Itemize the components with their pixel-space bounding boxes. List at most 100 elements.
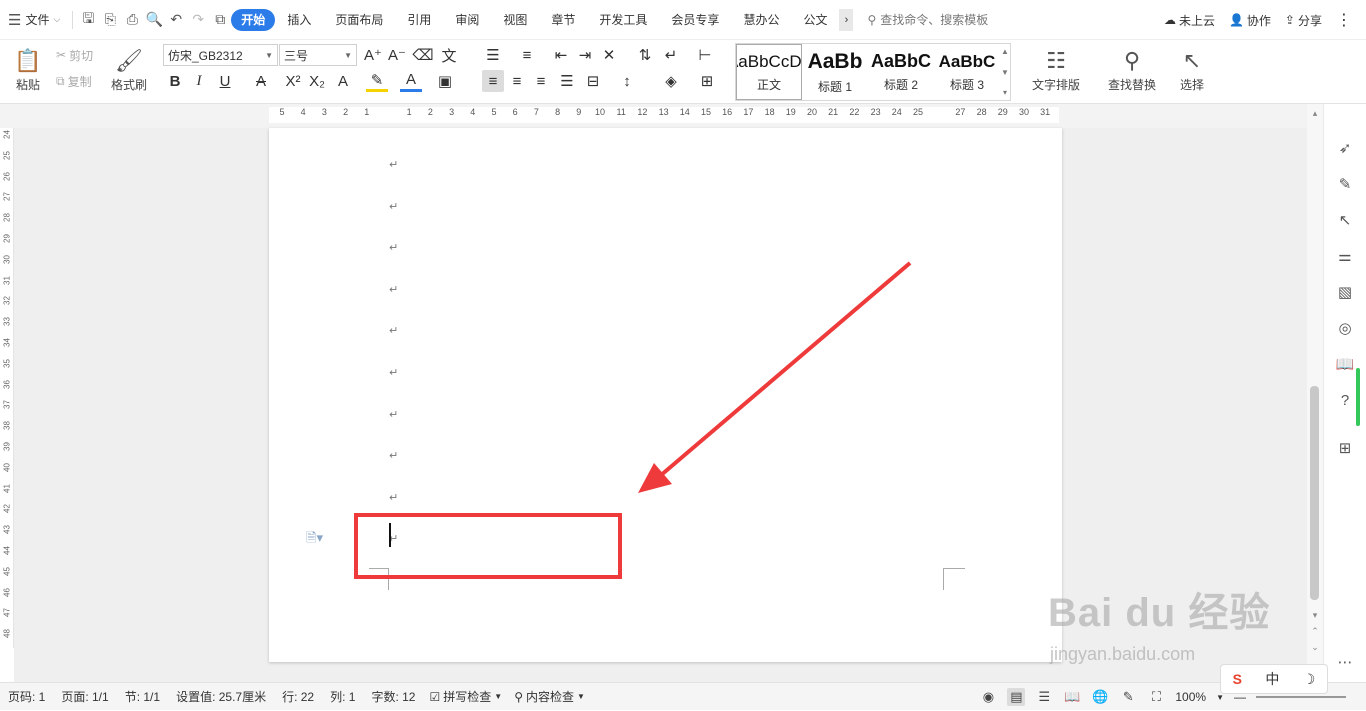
char-border-icon[interactable]: ▣: [434, 70, 456, 92]
status-pages[interactable]: 页面: 1/1: [53, 688, 116, 705]
zoom-level[interactable]: 100%: [1175, 690, 1206, 704]
underline-icon[interactable]: U: [214, 70, 236, 92]
line-spacing-icon[interactable]: ↕: [616, 70, 638, 92]
pen-icon[interactable]: ✎: [1335, 174, 1355, 194]
tab-view[interactable]: 视图: [491, 9, 539, 31]
scroll-up-icon[interactable]: ▴: [1309, 108, 1321, 120]
tabs-more-button[interactable]: ›: [839, 8, 854, 31]
eye-protection-icon[interactable]: ◉: [979, 688, 997, 706]
share-button[interactable]: ⇪ 分享: [1285, 12, 1322, 29]
select-button[interactable]: ↖ 选择: [1172, 44, 1212, 98]
tab-smart-office[interactable]: 慧办公: [731, 9, 791, 31]
align-center-icon[interactable]: ≡: [506, 70, 528, 92]
moon-icon[interactable]: ☽: [1303, 671, 1316, 688]
command-search[interactable]: ⚲ 查找命令、搜索模板: [867, 11, 988, 28]
distributed-icon[interactable]: ⊟: [582, 70, 604, 92]
status-section[interactable]: 节: 1/1: [117, 688, 168, 705]
page-view-icon[interactable]: ▤: [1007, 688, 1026, 706]
style-normal[interactable]: AaBbCcDd 正文: [736, 44, 802, 100]
export-icon[interactable]: ⎘: [99, 9, 121, 31]
shading-icon[interactable]: ◈: [660, 70, 682, 92]
status-setting-value[interactable]: 设置值: 25.7厘米: [168, 688, 274, 705]
highlight-icon[interactable]: ✎: [366, 70, 388, 92]
paragraph-handle-icon[interactable]: 🗎▾: [306, 529, 323, 551]
undo-icon[interactable]: ↶: [165, 9, 187, 31]
file-menu[interactable]: ☰ 文件 ⌵: [0, 0, 68, 40]
book-icon[interactable]: 📖: [1335, 354, 1355, 374]
image-icon[interactable]: ▧: [1335, 282, 1355, 302]
prev-page-icon[interactable]: ⌃: [1309, 626, 1321, 638]
chinese-layout-icon[interactable]: ✕: [598, 44, 620, 66]
text-effect-icon[interactable]: A: [332, 70, 354, 92]
font-color-icon[interactable]: A: [400, 70, 422, 92]
grow-font-icon[interactable]: A⁺: [362, 44, 384, 66]
align-right-icon[interactable]: ≡: [530, 70, 552, 92]
phonetic-icon[interactable]: 文: [438, 44, 460, 66]
format-painter-button[interactable]: 🖌 格式刷: [108, 44, 150, 98]
numbered-list-icon[interactable]: ≡: [516, 44, 538, 66]
font-size-select[interactable]: 三号 ▼: [279, 44, 357, 66]
web-view-icon[interactable]: 🌐: [1091, 688, 1109, 706]
document-page[interactable]: ↵ ↵ ↵ ↵ ↵ ↵ ↵ ↵ ↵ ↵: [269, 128, 1062, 662]
decrease-indent-icon[interactable]: ⇤: [550, 44, 572, 66]
vertical-scrollbar[interactable]: ▴ ▾ ⌃ ⌄: [1307, 104, 1323, 682]
scroll-thumb[interactable]: [1310, 386, 1319, 600]
bold-icon[interactable]: B: [164, 70, 186, 92]
tab-references[interactable]: 引用: [395, 9, 443, 31]
horizontal-ruler[interactable]: 5 4 3 2 1 1 2 3 4 5 6 7 8 9 10 11 12 13 14 15 16 17 18 19 20 21 22…: [0, 104, 1366, 128]
tab-developer[interactable]: 开发工具: [587, 9, 659, 31]
increase-indent-icon[interactable]: ⇥: [574, 44, 596, 66]
style-heading-3[interactable]: AaBbC 标题 3: [934, 44, 1000, 100]
font-name-select[interactable]: 仿宋_GB2312 ▼: [163, 44, 278, 66]
sort-icon[interactable]: ⇅: [634, 44, 656, 66]
line-break-icon[interactable]: ↵: [660, 44, 682, 66]
content-check-button[interactable]: ⚲ 内容检查 ▼: [508, 688, 591, 705]
tab-member[interactable]: 会员专享: [659, 9, 731, 31]
write-view-icon[interactable]: ✎: [1119, 688, 1137, 706]
sogou-logo-icon[interactable]: S: [1233, 671, 1242, 687]
status-word-count[interactable]: 字数: 12: [363, 688, 423, 705]
styles-scroll[interactable]: ▲ ▼ ▾: [1000, 44, 1010, 100]
tab-insert[interactable]: 插入: [275, 9, 323, 31]
tab-official-doc[interactable]: 公文: [791, 9, 839, 31]
quick-access-more-icon[interactable]: ⧉: [209, 9, 231, 31]
cut-button[interactable]: ✂ 剪切: [56, 46, 93, 64]
rocket-icon[interactable]: ➶: [1335, 138, 1355, 158]
next-page-icon[interactable]: ⌄: [1309, 642, 1321, 654]
help-icon[interactable]: ?: [1335, 390, 1355, 410]
print-icon[interactable]: ⎙: [121, 9, 143, 31]
find-replace-button[interactable]: ⚲ 查找替换: [1104, 44, 1160, 98]
redo-icon[interactable]: ↷: [187, 9, 209, 31]
tab-page-layout[interactable]: 页面布局: [323, 9, 395, 31]
fit-window-icon[interactable]: ⛶: [1147, 688, 1165, 706]
zoom-slider[interactable]: [1256, 696, 1346, 698]
clear-format-icon[interactable]: ⌫: [412, 44, 434, 66]
more-options-icon[interactable]: ⋮: [1336, 10, 1352, 30]
ai-icon[interactable]: ◎: [1335, 318, 1355, 338]
outline-view-icon[interactable]: ☰: [1035, 688, 1053, 706]
pointer-icon[interactable]: ↖: [1335, 210, 1355, 230]
settings-sliders-icon[interactable]: ⚌: [1335, 246, 1355, 266]
style-heading-1[interactable]: AaBb 标题 1: [802, 44, 868, 100]
more-icon[interactable]: ⋯: [1335, 652, 1355, 672]
cloud-status-button[interactable]: ☁ 未上云: [1164, 12, 1215, 29]
collab-button[interactable]: 👤 协作: [1229, 12, 1271, 29]
justify-icon[interactable]: ☰: [556, 70, 578, 92]
strikethrough-icon[interactable]: A: [250, 70, 272, 92]
tab-ruler-icon[interactable]: ⊢: [694, 44, 716, 66]
reading-view-icon[interactable]: 📖: [1063, 688, 1081, 706]
tab-review[interactable]: 审阅: [443, 9, 491, 31]
status-col[interactable]: 列: 1: [322, 688, 363, 705]
print-preview-icon[interactable]: 🔍: [143, 9, 165, 31]
vertical-ruler[interactable]: 24 25 26 27 28 29 30 31 32 33 34 35 36 37 38 39 40 41 42 43…: [0, 128, 14, 648]
shrink-font-icon[interactable]: A⁻: [386, 44, 408, 66]
backup-icon[interactable]: ⊞: [1335, 438, 1355, 458]
ime-mode[interactable]: 中: [1265, 669, 1279, 689]
save-icon[interactable]: 🖫: [77, 9, 99, 31]
align-left-icon[interactable]: ≡: [482, 70, 504, 92]
spell-check-button[interactable]: ☑ 拼写检查 ▼: [424, 688, 509, 705]
copy-button[interactable]: ⧉ 复制: [56, 72, 92, 90]
subscript-icon[interactable]: X₂: [306, 70, 328, 92]
status-page-number[interactable]: 页码: 1: [0, 688, 53, 705]
superscript-icon[interactable]: X²: [282, 70, 304, 92]
